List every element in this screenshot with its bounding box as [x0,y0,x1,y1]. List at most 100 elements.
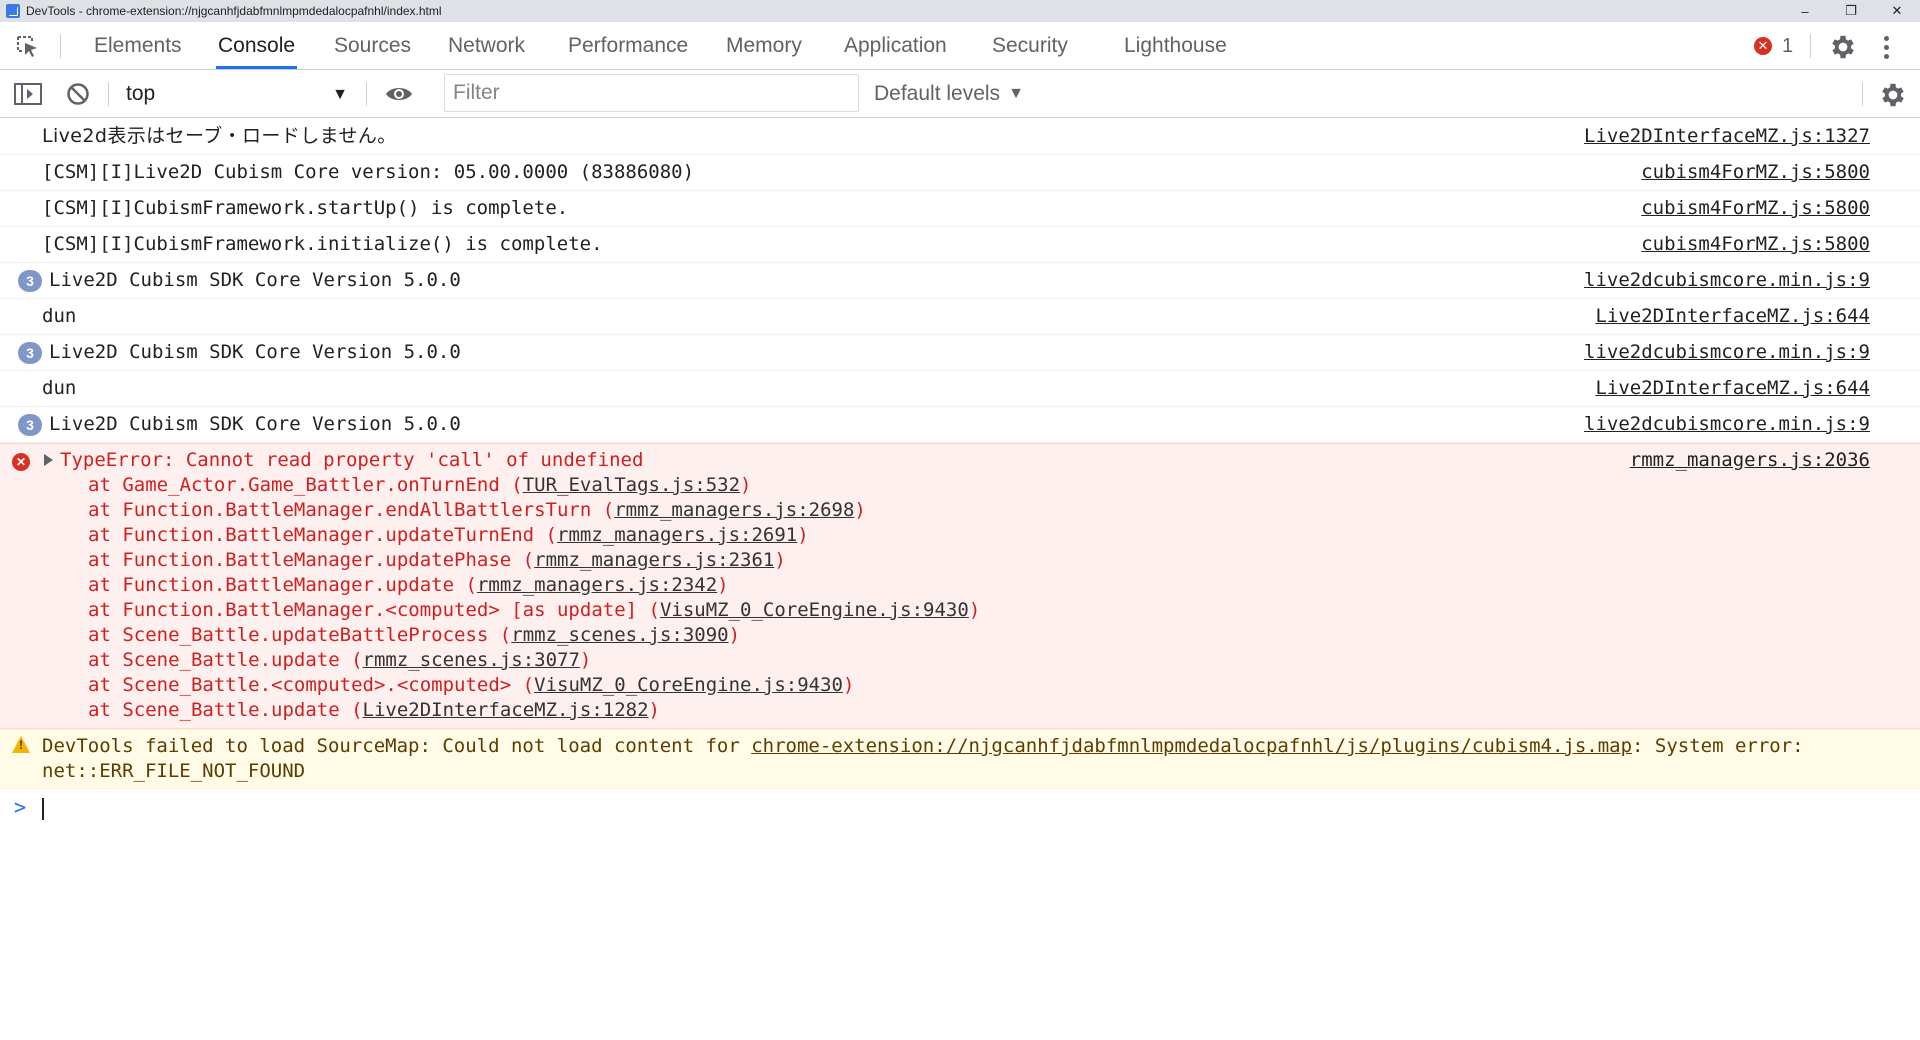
window-title-bar: DevTools - chrome-extension://njgcanhfjd… [0,0,1920,22]
message-text: dun [42,305,77,327]
message-source-link[interactable]: live2dcubismcore.min.js:9 [1584,263,1870,298]
console-message: 3 Live2D Cubism SDK Core Version 5.0.0 l… [0,407,1920,443]
message-text: Live2D Cubism SDK Core Version 5.0.0 [49,269,461,291]
stack-frame: at Function.BattleManager.update (rmmz_m… [88,573,980,598]
message-text: [CSM][I]Live2D Cubism Core version: 05.0… [42,161,695,183]
inspect-cursor-icon [17,36,37,57]
stack-frame-link[interactable]: rmmz_managers.js:2361 [534,549,774,571]
inspect-element-button[interactable] [14,33,42,59]
message-text: Live2d表示はセーブ・ロードしません。 [42,125,397,147]
tab-performance[interactable]: Performance [566,22,690,69]
settings-button[interactable] [1828,32,1858,62]
console-prompt[interactable]: > [0,789,1920,829]
filter-input[interactable] [444,74,859,112]
stack-frame: at Scene_Battle.update (Live2DInterfaceM… [88,698,980,723]
stack-frame: at Scene_Battle.update (rmmz_scenes.js:3… [88,648,980,673]
log-levels-label: Default levels [874,82,1001,105]
stack-frame-text: ) [579,649,592,671]
more-options-button[interactable] [1876,32,1896,62]
tab-memory[interactable]: Memory [724,22,804,69]
stack-frame-link[interactable]: Live2DInterfaceMZ.js:1282 [363,699,649,721]
message-source-link[interactable]: Live2DInterfaceMZ.js:1327 [1584,119,1870,154]
log-levels-dropdown[interactable]: Default levels ▼ [874,78,1024,110]
restore-button[interactable]: ❐ [1828,0,1874,22]
stack-frame: at Game_Actor.Game_Battler.onTurnEnd (TU… [88,473,980,498]
devtools-tab-bar: Elements Console Sources Network Perform… [0,22,1920,70]
kebab-dot-icon [1883,44,1889,50]
console-message: 3 Live2D Cubism SDK Core Version 5.0.0 l… [0,263,1920,299]
text-cursor [42,798,44,820]
stack-frame-text: ) [774,549,786,571]
error-source-link[interactable]: rmmz_managers.js:2036 [1630,448,1870,473]
message-source-link[interactable]: Live2DInterfaceMZ.js:644 [1595,371,1870,406]
console-message: [CSM][I]Live2D Cubism Core version: 05.0… [0,155,1920,191]
console-error-message: ✕ TypeError: Cannot read property 'call'… [0,443,1920,729]
tab-elements[interactable]: Elements [92,22,184,69]
tab-application[interactable]: Application [842,22,949,69]
gear-icon [1882,83,1904,107]
stack-frame-text: at Scene_Battle.<computed>.<computed> ( [88,674,535,696]
stack-frame-text: at Scene_Battle.updateBattleProcess ( [88,624,512,646]
message-source-link[interactable]: live2dcubismcore.min.js:9 [1584,407,1870,442]
kebab-dot-icon [1883,53,1889,59]
error-text[interactable]: TypeError: Cannot read property 'call' o… [60,448,643,473]
message-text: [CSM][I]CubismFramework.startUp() is com… [42,197,569,219]
close-button[interactable]: ✕ [1874,0,1920,22]
console-settings-button[interactable] [1878,80,1908,110]
expand-triangle-icon[interactable] [44,454,53,466]
stack-frame-link[interactable]: rmmz_managers.js:2698 [614,499,854,521]
tab-lighthouse[interactable]: Lighthouse [1122,22,1229,69]
message-source-link[interactable]: cubism4ForMZ.js:5800 [1641,191,1870,226]
toolbar-separator [366,82,367,106]
javascript-context-select[interactable]: top ▼ [112,78,356,110]
tab-network[interactable]: Network [446,22,527,69]
console-message: dun Live2DInterfaceMZ.js:644 [0,371,1920,407]
tab-sources[interactable]: Sources [332,22,413,69]
live-expression-button[interactable] [384,82,414,106]
console-message: [CSM][I]CubismFramework.initialize() is … [0,227,1920,263]
repeat-count-badge: 3 [18,342,42,364]
kebab-dot-icon [1883,35,1889,41]
stack-frame-text: ) [842,674,855,696]
sidebar-toggle-icon [14,83,42,105]
warning-text: DevTools failed to load SourceMap: Could… [42,734,1882,784]
minimize-button[interactable]: ‒ [1782,0,1828,22]
window-controls: ‒ ❐ ✕ [1782,0,1920,22]
stack-frame-text: at Scene_Battle.update ( [88,649,363,671]
stack-frame-link[interactable]: VisuMZ_0_CoreEngine.js:9430 [660,599,969,621]
stack-frame-text: ) [740,474,752,496]
devtools-app-icon [6,4,20,18]
warning-icon [12,736,30,753]
window-title: DevTools - chrome-extension://njgcanhfjd… [26,4,442,18]
stack-frame-link[interactable]: VisuMZ_0_CoreEngine.js:9430 [534,674,843,696]
repeat-count-badge: 3 [18,414,42,436]
console-warning-message: DevTools failed to load SourceMap: Could… [0,729,1920,789]
error-count-badge[interactable]: ✕ 1 [1754,34,1793,58]
stack-frame-text: at Function.BattleManager.update ( [88,574,477,596]
stack-frame-text: at Function.BattleManager.endAllBattlers… [88,499,615,521]
message-source-link[interactable]: Live2DInterfaceMZ.js:644 [1595,299,1870,334]
stack-frame-link[interactable]: rmmz_managers.js:2691 [557,524,797,546]
toolbar-separator [108,82,109,106]
stack-frame-link[interactable]: TUR_EvalTags.js:532 [523,474,740,496]
show-console-sidebar-button[interactable] [14,83,42,105]
message-text: Live2D Cubism SDK Core Version 5.0.0 [49,413,461,435]
stack-frame-link[interactable]: rmmz_scenes.js:3090 [511,624,728,646]
dropdown-caret-icon: ▼ [332,86,348,103]
message-source-link[interactable]: cubism4ForMZ.js:5800 [1641,155,1870,190]
clear-console-button[interactable] [66,82,90,106]
console-message: 3 Live2D Cubism SDK Core Version 5.0.0 l… [0,335,1920,371]
error-icon: ✕ [1754,37,1772,55]
tab-separator [60,34,61,58]
stack-frame-text: ) [797,524,809,546]
tab-security[interactable]: Security [990,22,1070,69]
message-source-link[interactable]: cubism4ForMZ.js:5800 [1641,227,1870,262]
sourcemap-link[interactable]: chrome-extension://njgcanhfjdabfmnlmpmde… [751,735,1632,757]
toolbar-separator [1862,82,1863,106]
stack-frame-link[interactable]: rmmz_scenes.js:3077 [363,649,580,671]
tab-console[interactable]: Console [216,22,298,69]
message-source-link[interactable]: live2dcubismcore.min.js:9 [1584,335,1870,370]
stack-frame-text: ) [854,499,866,521]
stack-frame: at Function.BattleManager.endAllBattlers… [88,498,980,523]
stack-frame-link[interactable]: rmmz_managers.js:2342 [477,574,717,596]
